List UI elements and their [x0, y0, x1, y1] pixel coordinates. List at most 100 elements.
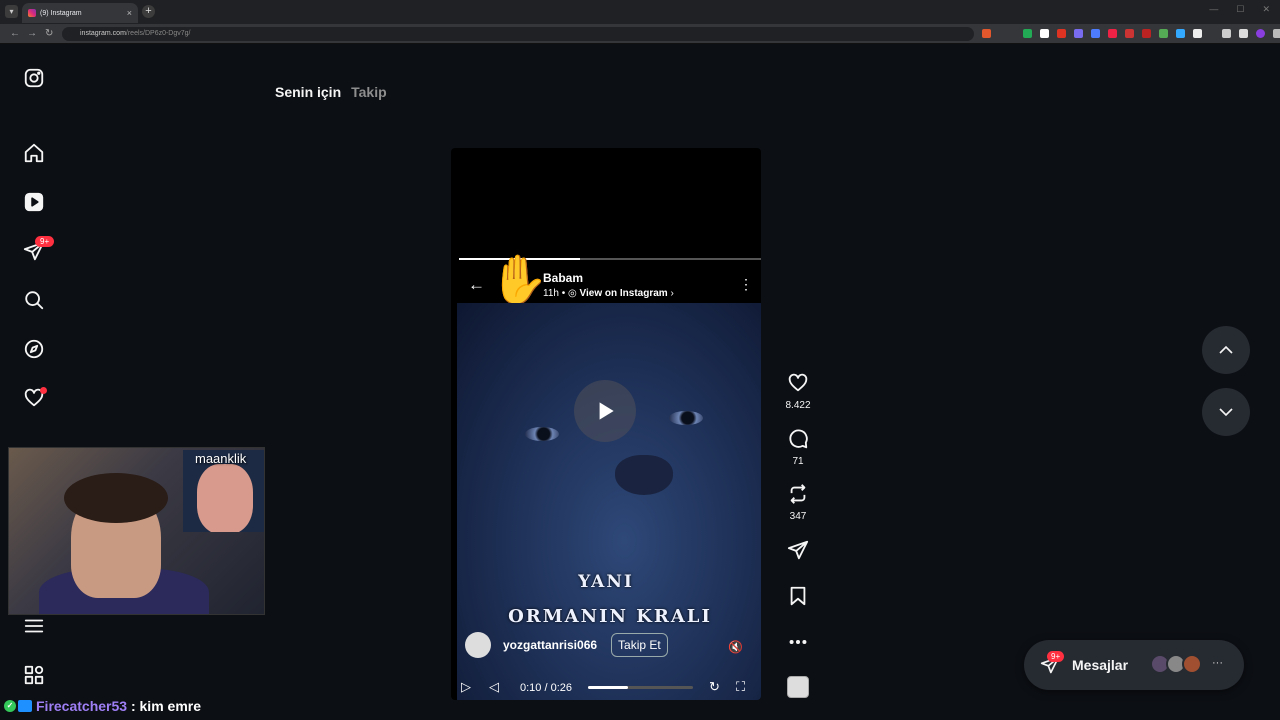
kebab-menu-icon[interactable]: [1273, 29, 1280, 38]
menu-icon[interactable]: [1222, 29, 1231, 38]
tab-for-you[interactable]: Senin için: [275, 84, 341, 100]
video-scrubber[interactable]: [588, 686, 693, 689]
like-button[interactable]: 8.422: [785, 372, 811, 411]
extension-icon[interactable]: [1057, 29, 1066, 38]
volume-icon[interactable]: ◁: [489, 679, 499, 695]
author-row: yozgattanrisi066 Takip Et: [465, 632, 668, 658]
url-host: instagram.com: [80, 30, 126, 37]
comment-count: 71: [792, 456, 804, 467]
lion-eye-left: [525, 427, 559, 441]
extension-icon[interactable]: [1176, 29, 1185, 38]
tab-close-icon[interactable]: ×: [127, 8, 132, 18]
reel-header-title: Babam: [543, 271, 584, 285]
messages-count-badge: 9+: [35, 236, 55, 247]
extension-icon[interactable]: [1040, 29, 1049, 38]
save-button[interactable]: [785, 585, 811, 612]
tab-list-button[interactable]: ▾: [5, 5, 18, 18]
speed-icon[interactable]: ↻: [709, 679, 720, 695]
apps-grid-icon[interactable]: [22, 663, 46, 687]
webcam-overlay: maanklik: [8, 447, 265, 615]
chat-text: kim emre: [139, 698, 201, 714]
author-username[interactable]: yozgattanrisi066: [503, 638, 597, 652]
minimize-icon[interactable]: —: [1209, 4, 1218, 15]
search-icon[interactable]: [22, 288, 46, 312]
window-close-icon[interactable]: ✕: [1262, 4, 1270, 15]
more-options-icon[interactable]: ⋮: [739, 276, 753, 293]
window-controls: — ☐ ✕: [1209, 4, 1270, 15]
previous-reel-button[interactable]: [1202, 326, 1250, 374]
instagram-logo-icon[interactable]: [22, 66, 46, 90]
time-display: 0:10 / 0:26: [520, 682, 572, 694]
messages-pill[interactable]: Mesajlar: [1024, 640, 1244, 690]
chevron-up-icon: [1219, 345, 1233, 354]
like-count: 8.422: [785, 400, 811, 411]
comment-button[interactable]: 71: [785, 428, 811, 467]
browser-tab[interactable]: (9) Instagram ×: [22, 3, 138, 23]
guest-name: maanklik: [195, 451, 247, 466]
extension-icon[interactable]: [1142, 29, 1151, 38]
address-bar: ← → ↻ instagram.com/reels/DP6z0-Dgv7g/: [0, 24, 1280, 44]
author-avatar[interactable]: [465, 632, 491, 658]
raised-hand-emoji: ✋: [489, 254, 549, 307]
maximize-icon[interactable]: ☐: [1236, 4, 1244, 15]
play-icon: [599, 402, 614, 420]
more-actions-button[interactable]: [785, 631, 811, 658]
extension-icon[interactable]: [1074, 29, 1083, 38]
reel-meta: 11h • ◎ View on Instagram ›: [543, 288, 674, 299]
lion-eye-right: [669, 411, 703, 425]
notification-dot: [40, 387, 47, 394]
profile-avatar[interactable]: [1256, 29, 1265, 38]
ellipsis-icon: [789, 639, 807, 645]
chat-separator: :: [127, 698, 140, 714]
guest-face: [197, 464, 253, 532]
extension-icon[interactable]: [1159, 29, 1168, 38]
video-controls: ▷ ◁ 0:10 / 0:26 ↻ ⛶: [451, 674, 761, 700]
feed-tabs: Senin için Takip: [275, 84, 387, 100]
home-icon[interactable]: [22, 141, 46, 165]
heart-icon: [788, 373, 808, 392]
back-arrow-icon[interactable]: ←: [468, 275, 485, 295]
extension-icon[interactable]: [1023, 29, 1032, 38]
more-menu-icon[interactable]: [22, 614, 46, 638]
share-icon: [787, 540, 809, 560]
verified-badge-icon: ✓: [4, 700, 16, 712]
extension-icon[interactable]: [982, 29, 991, 38]
back-icon[interactable]: ←: [10, 28, 20, 39]
reload-icon[interactable]: ↻: [45, 28, 53, 39]
browser-tab-strip: ▾ (9) Instagram × + — ☐ ✕: [0, 0, 1280, 24]
next-reel-button[interactable]: [1202, 388, 1250, 436]
audio-thumbnail[interactable]: [787, 676, 809, 698]
reel-player[interactable]: ← Babam 11h • ◎ View on Instagram › ⋮ ✋ …: [451, 148, 761, 700]
video-caption-line2: ORMANIN KRALI: [508, 606, 712, 627]
extension-icon[interactable]: [1125, 29, 1134, 38]
url-input[interactable]: instagram.com/reels/DP6z0-Dgv7g/: [62, 27, 974, 41]
sidepanel-icon[interactable]: [1239, 29, 1248, 38]
chat-username: Firecatcher53: [36, 698, 128, 714]
chevron-down-icon: [1219, 408, 1233, 417]
extension-icon[interactable]: [1193, 29, 1202, 38]
forward-icon[interactable]: →: [27, 28, 37, 39]
messages-more-icon[interactable]: ···: [1212, 657, 1223, 669]
repost-button[interactable]: 347: [785, 483, 811, 522]
sub-badge-icon: [18, 700, 32, 712]
extension-icon[interactable]: [1108, 29, 1117, 38]
new-tab-button[interactable]: +: [142, 5, 155, 18]
extension-icon[interactable]: [1091, 29, 1100, 38]
repost-count: 347: [789, 511, 807, 522]
webcam-person-hair: [64, 473, 168, 523]
reels-icon[interactable]: [22, 190, 46, 214]
view-on-instagram-link[interactable]: View on Instagram: [580, 288, 668, 299]
avatar: [1182, 654, 1202, 674]
mute-icon[interactable]: 🔇: [728, 640, 743, 654]
play-small-icon[interactable]: ▷: [461, 679, 471, 695]
chat-message: ✓ Firecatcher53 : kim emre: [4, 698, 201, 714]
tab-following[interactable]: Takip: [351, 84, 387, 100]
messages-badge: 9+: [1047, 651, 1065, 662]
fullscreen-icon[interactable]: ⛶: [736, 679, 745, 695]
message-avatars: [1150, 654, 1202, 674]
share-button[interactable]: [785, 539, 811, 566]
follow-button[interactable]: Takip Et: [611, 633, 668, 657]
play-overlay-button[interactable]: [574, 380, 636, 442]
scrubber-fill: [588, 686, 628, 689]
explore-icon[interactable]: [22, 337, 46, 361]
